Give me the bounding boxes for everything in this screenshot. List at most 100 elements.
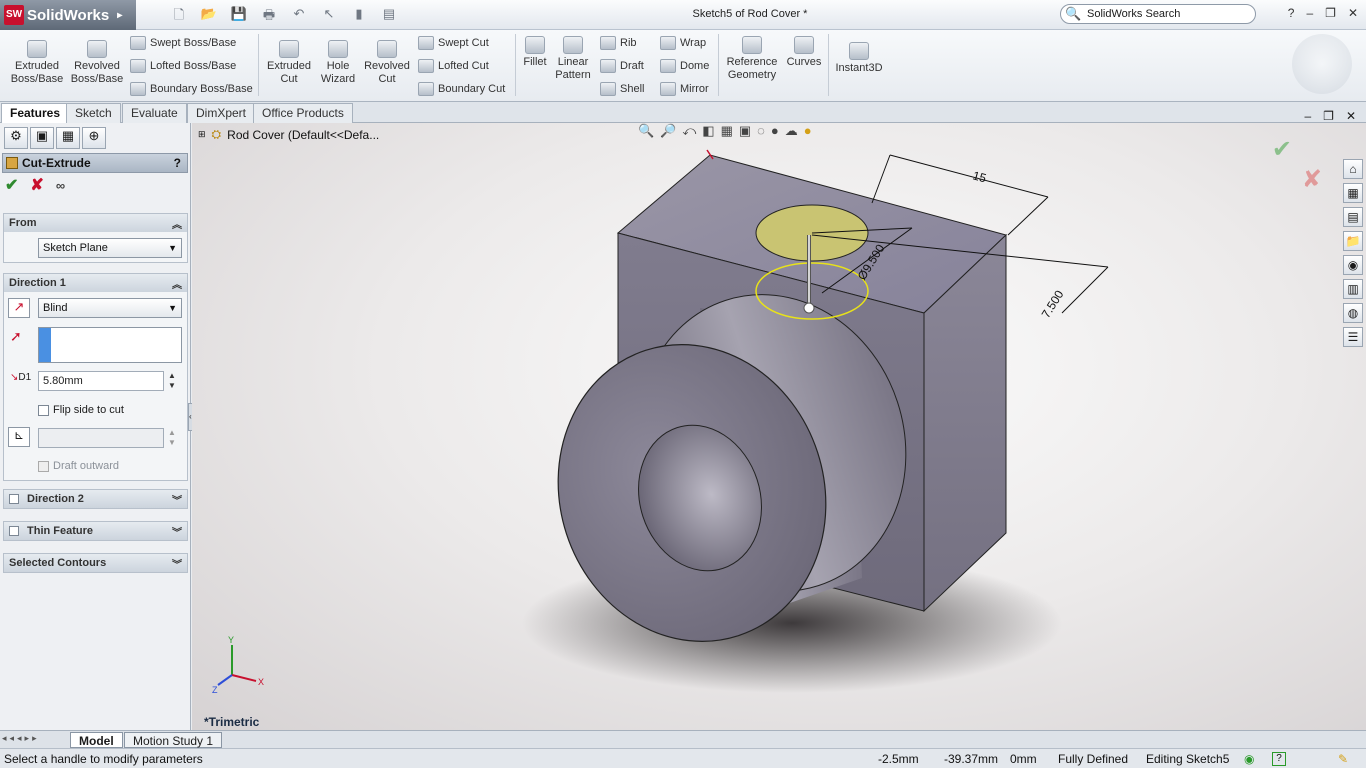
save-icon[interactable]: 💾 bbox=[228, 6, 250, 22]
menu-arrow-icon[interactable]: ▸ bbox=[117, 10, 122, 21]
open-icon[interactable]: 📂 bbox=[198, 6, 220, 22]
viewport-minimize-button[interactable]: – bbox=[1304, 109, 1311, 123]
linear-pattern-button[interactable]: Linear Pattern bbox=[552, 36, 594, 82]
draft-button[interactable]: Draft bbox=[600, 59, 644, 73]
direction1-group: Direction 1 ︽ ↗ Blind ▼ ➚ ↘D1 5.80mm ▲ ▼ Fl… bbox=[3, 273, 188, 481]
tab-sketch[interactable]: Sketch bbox=[66, 103, 121, 123]
minimize-button[interactable]: – bbox=[1306, 6, 1313, 20]
mirror-button[interactable]: Mirror bbox=[660, 82, 709, 96]
draft-toggle-button[interactable]: ⊾ bbox=[8, 427, 30, 447]
rebuild-status-icon[interactable]: ◉ bbox=[1244, 752, 1254, 766]
shell-button[interactable]: Shell bbox=[600, 82, 644, 96]
boundary-cut-button[interactable]: Boundary Cut bbox=[418, 82, 505, 96]
end-condition-select[interactable]: Blind ▼ bbox=[38, 298, 182, 318]
direction2-group[interactable]: Direction 2 ︾ bbox=[3, 489, 188, 509]
command-manager: Extruded Boss/Base Revolved Boss/Base Sw… bbox=[0, 30, 1366, 102]
rib-icon bbox=[600, 36, 616, 50]
new-icon[interactable]: 🗋 bbox=[168, 6, 190, 22]
thin-feature-checkbox[interactable] bbox=[9, 526, 19, 536]
viewport-close-button[interactable]: ✕ bbox=[1346, 109, 1356, 123]
extruded-cut-button[interactable]: Extruded Cut bbox=[264, 40, 314, 86]
ok-cancel-row: ✔ ✘ ∞ bbox=[0, 173, 190, 197]
reference-geometry-button[interactable]: Reference Geometry bbox=[724, 36, 780, 82]
fillet-icon bbox=[525, 36, 545, 54]
expand-icon: ︾ bbox=[172, 559, 182, 571]
instant3d-button[interactable]: Instant3D bbox=[834, 42, 884, 75]
help-status-icon[interactable]: ? bbox=[1272, 752, 1286, 766]
help-icon[interactable]: ? bbox=[1288, 6, 1295, 20]
graphics-area[interactable]: ⊞ ⛭ Rod Cover (Default<<Defa... 🔍 🔎 ⤺ ◧ ▦ … bbox=[192, 109, 1366, 730]
swept-boss-button[interactable]: Swept Boss/Base bbox=[130, 36, 236, 50]
options-icon[interactable]: ▤ bbox=[378, 6, 400, 22]
detailed-preview-icon[interactable]: ∞ bbox=[56, 178, 65, 193]
dimension-7500[interactable]: 7.500 bbox=[1039, 287, 1067, 320]
draft-angle-input[interactable] bbox=[38, 428, 164, 448]
solidworks-logo[interactable]: SW SolidWorks ▸ bbox=[0, 0, 136, 30]
quick-tips-icon[interactable]: ✎ bbox=[1338, 752, 1348, 766]
depth-spinner[interactable]: ▲ ▼ bbox=[168, 371, 176, 391]
feature-tree-icon[interactable]: ⚙ bbox=[4, 127, 28, 149]
depth-icon: ↘D1 bbox=[10, 372, 32, 383]
viewport-restore-button[interactable]: ❐ bbox=[1323, 109, 1334, 123]
select-icon[interactable]: ↖ bbox=[318, 6, 340, 22]
fillet-button[interactable]: Fillet bbox=[520, 36, 550, 69]
depth-handle-knob[interactable] bbox=[803, 302, 815, 314]
lofted-cut-button[interactable]: Lofted Cut bbox=[418, 59, 489, 73]
draft-icon bbox=[600, 59, 616, 73]
tab-office-products[interactable]: Office Products bbox=[253, 103, 353, 123]
search-input[interactable]: 🔍 SolidWorks Search bbox=[1060, 4, 1256, 24]
tab-features[interactable]: Features bbox=[1, 103, 70, 123]
revolved-cut-button[interactable]: Revolved Cut bbox=[362, 40, 412, 86]
tab-evaluate[interactable]: Evaluate bbox=[122, 103, 187, 123]
close-button[interactable]: ✕ bbox=[1348, 6, 1358, 20]
help-button[interactable]: ? bbox=[174, 156, 181, 170]
viewport-window-controls: – ❐ ✕ bbox=[1304, 109, 1356, 123]
property-manager-icon[interactable]: ▣ bbox=[30, 127, 54, 149]
tab-model[interactable]: Model bbox=[70, 732, 123, 748]
command-tabs: Features Sketch Evaluate DimXpert Office… bbox=[0, 102, 1366, 123]
swept-cut-button[interactable]: Swept Cut bbox=[418, 36, 489, 50]
bottom-tabs: ◂◂◂▸▸ Model Motion Study 1 bbox=[0, 730, 1366, 748]
restore-button[interactable]: ❐ bbox=[1325, 6, 1336, 20]
dimension-15[interactable]: 15 bbox=[971, 168, 988, 185]
from-select[interactable]: Sketch Plane ▼ bbox=[38, 238, 182, 258]
depth-input[interactable]: 5.80mm bbox=[38, 371, 164, 391]
hole-wizard-button[interactable]: Hole Wizard bbox=[316, 40, 360, 86]
feature-header: Cut-Extrude ? bbox=[2, 153, 188, 173]
revolved-boss-button[interactable]: Revolved Boss/Base bbox=[70, 40, 124, 86]
model-canvas[interactable]: 15 Ø9.500 7.500 Y X Z bbox=[192, 123, 1366, 730]
axis-z-label: Z bbox=[212, 685, 218, 695]
swept-cut-icon bbox=[418, 36, 434, 50]
direction-selection-box[interactable] bbox=[38, 327, 182, 363]
dome-button[interactable]: Dome bbox=[660, 59, 709, 73]
curves-icon bbox=[794, 36, 814, 54]
tab-motion-study[interactable]: Motion Study 1 bbox=[124, 732, 223, 748]
curves-button[interactable]: Curves bbox=[784, 36, 824, 69]
undo-icon[interactable]: ↶ bbox=[288, 6, 310, 22]
dimxpert-manager-icon[interactable]: ⊕ bbox=[82, 127, 106, 149]
wrap-button[interactable]: Wrap bbox=[660, 36, 706, 50]
boundary-boss-button[interactable]: Boundary Boss/Base bbox=[130, 82, 253, 96]
selected-contours-group[interactable]: Selected Contours ︾ bbox=[3, 553, 188, 573]
triad: Y X Z bbox=[212, 635, 264, 695]
lofted-boss-button[interactable]: Lofted Boss/Base bbox=[130, 59, 236, 73]
draft-outward-checkbox[interactable]: Draft outward bbox=[38, 460, 119, 472]
tab-scroll-arrows[interactable]: ◂◂◂▸▸ bbox=[2, 733, 40, 744]
direction1-header[interactable]: Direction 1 ︽ bbox=[4, 274, 187, 292]
tab-dimxpert[interactable]: DimXpert bbox=[187, 103, 256, 123]
flip-side-checkbox[interactable]: Flip side to cut bbox=[38, 404, 124, 416]
thin-feature-group[interactable]: Thin Feature ︾ bbox=[3, 521, 188, 541]
configuration-manager-icon[interactable]: ▦ bbox=[56, 127, 80, 149]
cancel-x-icon[interactable]: ✘ bbox=[30, 175, 43, 195]
ok-check-icon[interactable]: ✔ bbox=[5, 175, 18, 195]
rib-button[interactable]: Rib bbox=[600, 36, 637, 50]
rebuild-icon[interactable]: ▮ bbox=[348, 6, 370, 22]
extruded-boss-button[interactable]: Extruded Boss/Base bbox=[8, 40, 66, 86]
direction2-checkbox[interactable] bbox=[9, 494, 19, 504]
print-icon[interactable]: 🖶 bbox=[258, 6, 280, 22]
from-header[interactable]: From ︽ bbox=[4, 214, 187, 232]
reverse-direction-button[interactable]: ↗ bbox=[8, 298, 30, 318]
draft-spinner[interactable]: ▲ ▼ bbox=[168, 428, 176, 448]
boundary-boss-icon bbox=[130, 82, 146, 96]
dropdown-arrow-icon: ▼ bbox=[168, 303, 177, 313]
